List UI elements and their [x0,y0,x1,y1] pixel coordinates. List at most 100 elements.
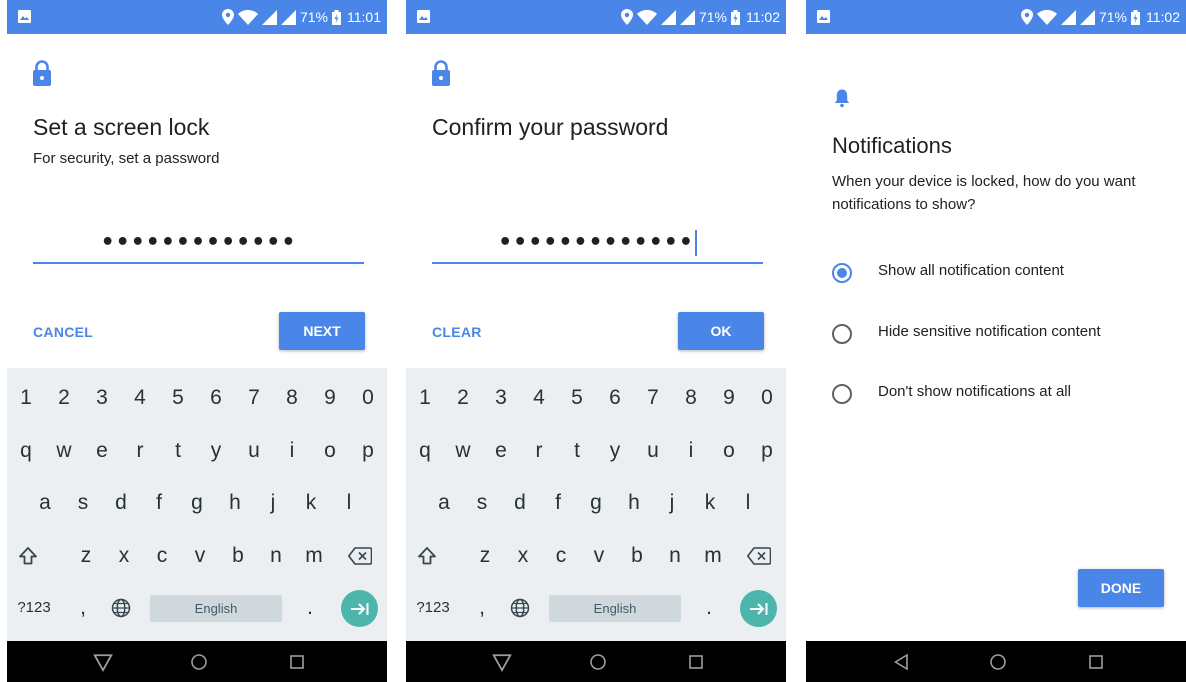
key-f[interactable]: f [539,478,577,528]
key-b[interactable]: b [219,531,257,581]
language-key[interactable] [501,583,539,633]
space-key[interactable]: English [549,595,681,622]
key-comma[interactable]: , [68,583,98,633]
key-z[interactable]: z [466,531,504,581]
key-u[interactable]: u [634,426,672,476]
key-9[interactable]: 9 [710,373,748,423]
backspace-key[interactable] [740,531,778,581]
symbols-key[interactable]: ?123 [9,583,59,633]
key-z[interactable]: z [67,531,105,581]
key-t[interactable]: t [558,426,596,476]
key-d[interactable]: d [102,478,140,528]
next-button[interactable]: NEXT [279,312,365,350]
key-y[interactable]: y [596,426,634,476]
key-v[interactable]: v [181,531,219,581]
key-p[interactable]: p [349,426,387,476]
key-comma[interactable]: , [467,583,497,633]
key-c[interactable]: c [542,531,580,581]
symbols-key[interactable]: ?123 [408,583,458,633]
key-f[interactable]: f [140,478,178,528]
key-x[interactable]: x [105,531,143,581]
key-a[interactable]: a [26,478,64,528]
key-o[interactable]: o [710,426,748,476]
done-button[interactable]: DONE [1078,569,1164,607]
key-o[interactable]: o [311,426,349,476]
key-n[interactable]: n [656,531,694,581]
cancel-button[interactable]: CANCEL [33,324,93,340]
shift-key[interactable] [408,531,446,581]
key-h[interactable]: h [216,478,254,528]
key-q[interactable]: q [406,426,444,476]
key-d[interactable]: d [501,478,539,528]
key-c[interactable]: c [143,531,181,581]
ok-button[interactable]: OK [678,312,764,350]
key-r[interactable]: r [520,426,558,476]
radio-button[interactable] [832,263,852,283]
clear-button[interactable]: CLEAR [432,324,482,340]
backspace-key[interactable] [341,531,379,581]
key-5[interactable]: 5 [159,373,197,423]
back-icon[interactable] [892,652,912,672]
radio-button[interactable] [832,384,852,404]
key-period[interactable]: . [694,583,724,633]
key-k[interactable]: k [292,478,330,528]
key-2[interactable]: 2 [444,373,482,423]
password-input[interactable]: ••••••••••••• [33,224,364,264]
password-input[interactable]: ••••••••••••• [432,224,763,264]
radio-button[interactable] [832,324,852,344]
key-6[interactable]: 6 [596,373,634,423]
key-k[interactable]: k [691,478,729,528]
key-y[interactable]: y [197,426,235,476]
key-l[interactable]: l [330,478,368,528]
key-7[interactable]: 7 [235,373,273,423]
key-7[interactable]: 7 [634,373,672,423]
key-g[interactable]: g [577,478,615,528]
key-5[interactable]: 5 [558,373,596,423]
key-h[interactable]: h [615,478,653,528]
key-e[interactable]: e [482,426,520,476]
key-3[interactable]: 3 [482,373,520,423]
key-e[interactable]: e [83,426,121,476]
key-4[interactable]: 4 [121,373,159,423]
key-u[interactable]: u [235,426,273,476]
key-x[interactable]: x [504,531,542,581]
language-key[interactable] [102,583,140,633]
recents-icon[interactable] [686,652,706,672]
key-n[interactable]: n [257,531,295,581]
key-w[interactable]: w [45,426,83,476]
key-i[interactable]: i [672,426,710,476]
key-1[interactable]: 1 [7,373,45,423]
home-icon[interactable] [588,652,608,672]
home-icon[interactable] [189,652,209,672]
key-2[interactable]: 2 [45,373,83,423]
key-8[interactable]: 8 [672,373,710,423]
option-hide-sensitive[interactable]: Hide sensitive notification content [832,320,1177,350]
recents-icon[interactable] [1086,652,1106,672]
key-q[interactable]: q [7,426,45,476]
recents-icon[interactable] [287,652,307,672]
key-4[interactable]: 4 [520,373,558,423]
key-period[interactable]: . [295,583,325,633]
key-s[interactable]: s [463,478,501,528]
key-0[interactable]: 0 [349,373,387,423]
shift-key[interactable] [9,531,47,581]
key-m[interactable]: m [295,531,333,581]
back-icon[interactable] [93,653,113,673]
key-6[interactable]: 6 [197,373,235,423]
key-b[interactable]: b [618,531,656,581]
key-0[interactable]: 0 [748,373,786,423]
key-v[interactable]: v [580,531,618,581]
enter-key[interactable] [341,590,378,627]
key-l[interactable]: l [729,478,767,528]
key-w[interactable]: w [444,426,482,476]
key-j[interactable]: j [254,478,292,528]
key-1[interactable]: 1 [406,373,444,423]
key-s[interactable]: s [64,478,102,528]
home-icon[interactable] [988,652,1008,672]
key-p[interactable]: p [748,426,786,476]
space-key[interactable]: English [150,595,282,622]
key-8[interactable]: 8 [273,373,311,423]
enter-key[interactable] [740,590,777,627]
key-g[interactable]: g [178,478,216,528]
option-show-all[interactable]: Show all notification content [832,259,1177,289]
